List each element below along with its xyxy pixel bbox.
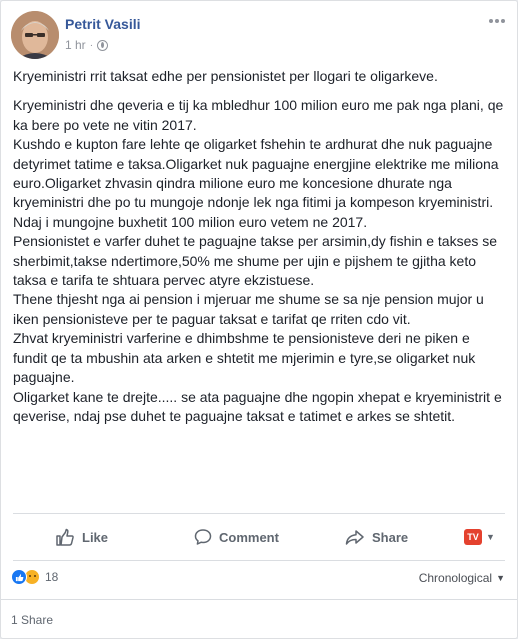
like-label: Like bbox=[82, 529, 109, 545]
chevron-down-icon: ▼ bbox=[486, 532, 495, 542]
more-icon[interactable] bbox=[487, 15, 507, 35]
share-icon bbox=[345, 530, 364, 545]
sort-label: Chronological bbox=[418, 571, 493, 585]
globe-icon bbox=[97, 39, 109, 51]
author-name[interactable]: Petrit Vasili bbox=[65, 16, 140, 32]
post-body: Kryeministri dhe qeveria e tij ka mbledh… bbox=[13, 97, 504, 424]
action-bar: Like Comment Share TV ▼ bbox=[13, 520, 505, 554]
reactions-summary[interactable]: 18 bbox=[11, 569, 58, 585]
divider bbox=[1, 599, 517, 600]
separator: · bbox=[89, 39, 94, 51]
post-time[interactable]: 1 hr bbox=[65, 38, 86, 52]
comment-sort-dropdown[interactable]: Chronological ▼ bbox=[419, 571, 505, 585]
share-label: Share bbox=[372, 529, 409, 545]
reactions-row: 18 Chronological ▼ bbox=[1, 563, 517, 595]
post-lead: Kryeministri rrit taksat edhe per pensio… bbox=[13, 68, 438, 84]
like-reaction-icon bbox=[11, 569, 27, 585]
post-text: Kryeministri rrit taksat edhe per pensio… bbox=[13, 67, 507, 426]
post-meta: 1 hr · bbox=[65, 38, 109, 52]
comment-button[interactable]: Comment bbox=[194, 520, 279, 554]
comment-icon bbox=[194, 529, 212, 545]
tv-icon: TV bbox=[464, 529, 482, 545]
divider bbox=[13, 513, 505, 514]
like-icon bbox=[56, 528, 74, 546]
comment-label: Comment bbox=[219, 529, 279, 545]
shares-row: 1 Share bbox=[1, 601, 517, 639]
tv-menu-button[interactable]: TV ▼ bbox=[464, 520, 495, 554]
divider bbox=[13, 560, 505, 561]
reaction-count: 18 bbox=[45, 570, 59, 584]
post-card: Petrit Vasili 1 hr · Kryeministri rrit t… bbox=[0, 0, 518, 639]
like-button[interactable]: Like bbox=[55, 520, 108, 554]
share-button[interactable]: Share bbox=[345, 520, 408, 554]
post-header: Petrit Vasili 1 hr · bbox=[11, 11, 507, 61]
share-count-link[interactable]: 1 Share bbox=[11, 613, 53, 627]
chevron-down-icon: ▼ bbox=[496, 573, 505, 583]
avatar[interactable] bbox=[11, 11, 59, 59]
